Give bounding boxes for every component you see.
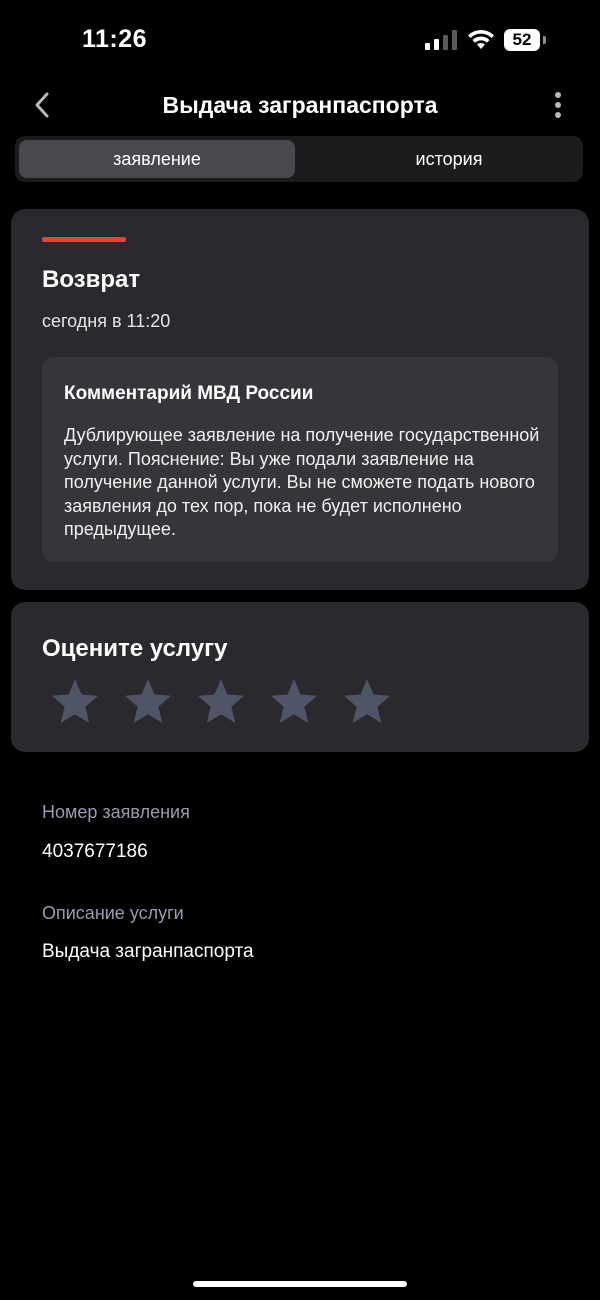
tab-history[interactable]: история (311, 140, 587, 178)
home-indicator (193, 1281, 407, 1287)
comment-text: Дублирующее заявление на получение госуд… (64, 425, 540, 539)
rating-title: Оцените услугу (42, 635, 228, 662)
star-icon-1[interactable] (49, 677, 101, 727)
nav-bar: Выдача загранпаспорта (0, 82, 600, 130)
tab-application[interactable]: заявление (19, 140, 295, 178)
battery-level: 52 (504, 29, 540, 51)
application-number-value: 4037677186 (42, 841, 148, 862)
status-title: Возврат (42, 266, 141, 293)
star-rating (49, 677, 409, 727)
star-icon-5[interactable] (341, 677, 393, 727)
status-card: Возврат сегодня в 11:20 Комментарий МВД … (11, 209, 589, 590)
wifi-icon (468, 29, 494, 49)
comment-box: Комментарий МВД России Дублирующее заявл… (42, 357, 558, 562)
page-title: Выдача загранпаспорта (162, 92, 438, 118)
star-icon-3[interactable] (195, 677, 247, 727)
comment-title: Комментарий МВД России (64, 383, 314, 404)
application-number-label: Номер заявления (42, 802, 190, 822)
status-time: 11:26 (82, 25, 148, 53)
rating-card: Оцените услугу (11, 602, 589, 752)
battery-icon: 52 (504, 29, 548, 51)
status-timestamp: сегодня в 11:20 (42, 311, 171, 331)
tab-switcher: заявление история (15, 136, 583, 182)
star-icon-2[interactable] (122, 677, 174, 727)
status-accent-bar (42, 237, 126, 242)
status-bar: 11:26 52 (0, 0, 600, 80)
service-description-label: Описание услуги (42, 903, 184, 923)
star-icon-4[interactable] (268, 677, 320, 727)
battery-cap (543, 36, 546, 44)
cellular-signal-icon (425, 30, 457, 50)
service-description-value: Выдача загранпаспорта (42, 941, 254, 962)
more-vertical-icon[interactable] (546, 90, 570, 122)
